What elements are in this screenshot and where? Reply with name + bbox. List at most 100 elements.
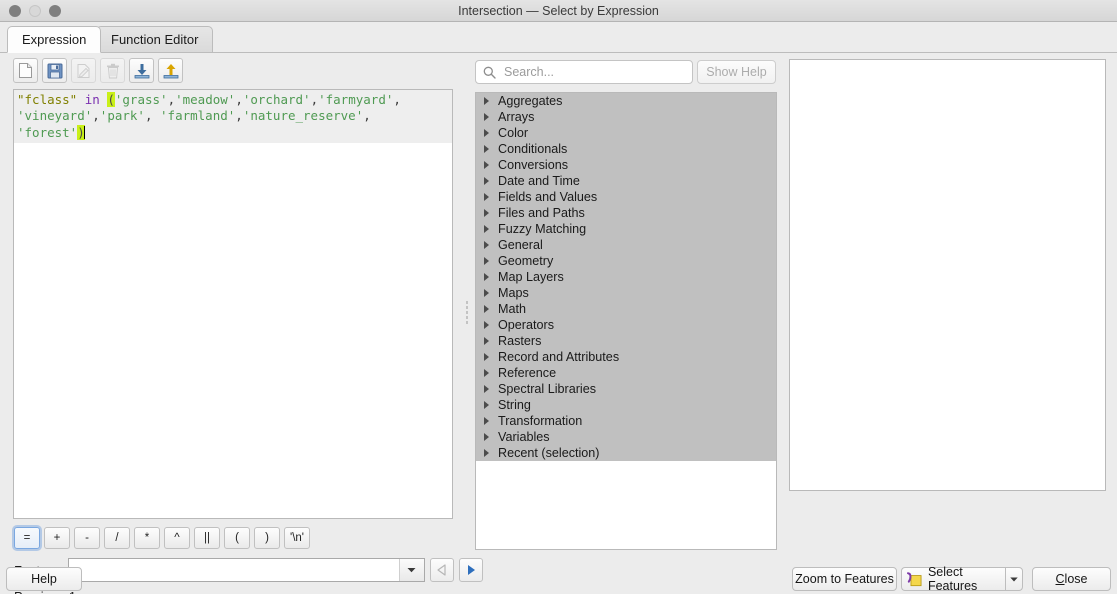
expand-triangle-icon[interactable] (484, 161, 489, 169)
save-floppy-icon (47, 63, 62, 78)
text-cursor (83, 125, 85, 139)
function-category-variables[interactable]: Variables (476, 429, 776, 445)
expand-triangle-icon[interactable] (484, 289, 489, 297)
new-expression-button[interactable] (13, 58, 38, 83)
feature-combobox[interactable] (67, 558, 425, 582)
function-category-record-and-attributes[interactable]: Record and Attributes (476, 349, 776, 365)
function-category-maps[interactable]: Maps (476, 285, 776, 301)
function-category-aggregates[interactable]: Aggregates (476, 93, 776, 109)
function-category-reference[interactable]: Reference (476, 365, 776, 381)
triangle-right-icon (467, 565, 475, 575)
function-category-date-and-time[interactable]: Date and Time (476, 173, 776, 189)
splitter-grip[interactable] (466, 300, 468, 326)
close-button[interactable]: Close (1032, 567, 1111, 591)
function-category-fields-and-values[interactable]: Fields and Values (476, 189, 776, 205)
operator-equals-button[interactable]: = (14, 527, 40, 549)
operator-close-paren-button[interactable]: ) (254, 527, 280, 549)
expression-value-4: 'vineyard' (17, 108, 93, 124)
import-expressions-button[interactable] (129, 58, 154, 83)
expression-text-editor[interactable]: "fclass" in ('grass','meadow','orchard',… (13, 89, 453, 519)
expand-triangle-icon[interactable] (484, 401, 489, 409)
operator-concat-button[interactable]: || (194, 527, 220, 549)
function-category-operators[interactable]: Operators (476, 317, 776, 333)
expand-triangle-icon[interactable] (484, 385, 489, 393)
function-category-label: Fuzzy Matching (498, 222, 587, 236)
expand-triangle-icon[interactable] (484, 177, 489, 185)
function-category-label: Record and Attributes (498, 350, 620, 364)
search-icon (483, 66, 496, 79)
function-category-label: Color (498, 126, 529, 140)
operator-newline-button[interactable]: '\n' (284, 527, 310, 549)
search-box[interactable] (475, 60, 693, 84)
operator-divide-button[interactable]: / (104, 527, 130, 549)
close-label-rest: lose (1064, 572, 1088, 586)
trash-icon (106, 63, 119, 78)
expression-toolbar (13, 58, 183, 83)
tab-expression[interactable]: Expression (7, 26, 102, 53)
expand-triangle-icon[interactable] (484, 337, 489, 345)
operator-plus-button[interactable]: + (44, 527, 70, 549)
function-tree[interactable]: Aggregates Arrays Color Conditionals Convers… (475, 92, 777, 550)
expand-triangle-icon[interactable] (484, 417, 489, 425)
operator-power-button[interactable]: ^ (164, 527, 190, 549)
help-button[interactable]: Help (6, 567, 82, 591)
function-category-rasters[interactable]: Rasters (476, 333, 776, 349)
expand-triangle-icon[interactable] (484, 353, 489, 361)
expand-triangle-icon[interactable] (484, 305, 489, 313)
expand-triangle-icon[interactable] (484, 369, 489, 377)
function-category-recent-selection[interactable]: Recent (selection) (476, 445, 776, 461)
new-file-icon (19, 63, 32, 78)
function-category-math[interactable]: Math (476, 301, 776, 317)
function-category-label: Arrays (498, 110, 535, 124)
tab-bar: Expression Function Editor (0, 22, 1117, 53)
zoom-to-features-button[interactable]: Zoom to Features (792, 567, 897, 591)
expression-code[interactable]: "fclass" in ('grass','meadow','orchard',… (14, 90, 452, 144)
select-features-label: Select Features (927, 565, 978, 593)
pane-splitter[interactable] (463, 56, 472, 554)
save-expression-button[interactable] (42, 58, 67, 83)
operator-open-paren-button[interactable]: ( (224, 527, 250, 549)
function-category-fuzzy-matching[interactable]: Fuzzy Matching (476, 221, 776, 237)
function-category-spectral-libraries[interactable]: Spectral Libraries (476, 381, 776, 397)
search-input[interactable] (502, 64, 686, 80)
function-category-conditionals[interactable]: Conditionals (476, 141, 776, 157)
expand-triangle-icon[interactable] (484, 193, 489, 201)
operator-multiply-button[interactable]: * (134, 527, 160, 549)
function-category-files-and-paths[interactable]: Files and Paths (476, 205, 776, 221)
expand-triangle-icon[interactable] (484, 129, 489, 137)
function-category-label: Date and Time (498, 174, 580, 188)
expand-triangle-icon[interactable] (484, 241, 489, 249)
expand-triangle-icon[interactable] (484, 273, 489, 281)
operator-minus-button[interactable]: - (74, 527, 100, 549)
export-expressions-button[interactable] (158, 58, 183, 83)
expand-triangle-icon[interactable] (484, 209, 489, 217)
function-category-color[interactable]: Color (476, 125, 776, 141)
help-panel (789, 59, 1106, 491)
function-category-map-layers[interactable]: Map Layers (476, 269, 776, 285)
function-category-geometry[interactable]: Geometry (476, 253, 776, 269)
function-category-transformation[interactable]: Transformation (476, 413, 776, 429)
select-features-button[interactable]: Select Features (901, 565, 1005, 593)
function-category-label: Files and Paths (498, 206, 585, 220)
expand-triangle-icon[interactable] (484, 433, 489, 441)
function-category-general[interactable]: General (476, 237, 776, 253)
function-category-arrays[interactable]: Arrays (476, 109, 776, 125)
function-category-conversions[interactable]: Conversions (476, 157, 776, 173)
select-features-dropdown-button[interactable] (1005, 567, 1023, 591)
expression-value-2: 'orchard' (242, 92, 311, 107)
expand-triangle-icon[interactable] (484, 321, 489, 329)
export-up-arrow-icon (163, 63, 178, 78)
operator-button-row: = + - / * ^ || ( ) '\n' (14, 527, 310, 549)
next-feature-button[interactable] (458, 558, 483, 582)
title-bar: Intersection — Select by Expression (0, 0, 1117, 22)
expand-triangle-icon[interactable] (484, 97, 489, 105)
expand-triangle-icon[interactable] (484, 257, 489, 265)
expand-triangle-icon[interactable] (484, 225, 489, 233)
expand-triangle-icon[interactable] (484, 449, 489, 457)
expand-triangle-icon[interactable] (484, 145, 489, 153)
expand-triangle-icon[interactable] (484, 113, 489, 121)
function-category-label: Transformation (498, 414, 583, 428)
tab-function-editor[interactable]: Function Editor (96, 26, 214, 53)
function-category-string[interactable]: String (476, 397, 776, 413)
feature-combobox-arrow[interactable] (398, 559, 424, 581)
